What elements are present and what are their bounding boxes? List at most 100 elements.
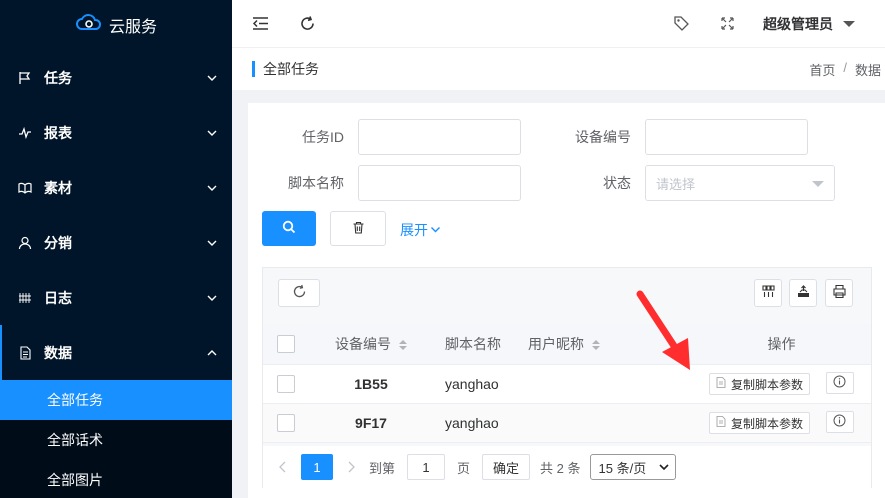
breadcrumb-current: 数据: [854, 62, 881, 78]
sidebar-item-materials[interactable]: 素材: [0, 160, 232, 215]
export-button[interactable]: [789, 279, 817, 307]
breadcrumb: 首页 / 数据: [809, 60, 881, 79]
device-label: 设备编号: [575, 129, 631, 145]
filter-status: 状态 请选择: [535, 165, 835, 201]
goto-label: 到第: [369, 460, 396, 476]
copy-script-params-button[interactable]: 复制脚本参数: [709, 412, 811, 434]
cell-actions: 复制脚本参数: [692, 403, 871, 443]
header-checkbox-cell: [263, 324, 311, 365]
table-row: 9F17 yanghao 复制脚本参数: [263, 403, 871, 443]
cell-nickname: [528, 364, 692, 404]
sidebar-item-label: 报表: [44, 124, 72, 141]
chevron-down-icon: [658, 464, 669, 471]
page-size-value: 15 条/页: [598, 460, 647, 476]
tag-icon[interactable]: [671, 14, 691, 34]
next-page-icon[interactable]: [341, 461, 361, 473]
sort-icon[interactable]: [592, 340, 600, 351]
device-input[interactable]: [645, 119, 808, 155]
data-table-panel: 设备编号 脚本名称 用户昵称 操作 1B55 yanghao 复制脚本参数 9F…: [262, 267, 872, 488]
status-label: 状态: [603, 175, 631, 191]
sidebar-item-data[interactable]: 数据: [0, 325, 232, 380]
sidebar-item-tasks[interactable]: 任务: [0, 50, 232, 105]
table-refresh-button[interactable]: [278, 279, 320, 307]
column-settings-button[interactable]: [754, 279, 782, 307]
status-select[interactable]: 请选择: [645, 165, 835, 201]
top-header: 超级管理员: [232, 0, 885, 48]
columns-icon: [761, 284, 776, 302]
select-all-checkbox[interactable]: [277, 334, 295, 353]
data-table: 设备编号 脚本名称 用户昵称 操作 1B55 yanghao 复制脚本参数 9F…: [263, 324, 871, 443]
row-checkbox-cell: [263, 403, 311, 443]
sidebar: 云服务 任务 报表 素材 分销 日志 数据 全部任务 全部话术 全部图片: [0, 0, 232, 498]
copy-label: 复制脚本参数: [731, 377, 804, 392]
confirm-button[interactable]: 确定: [482, 454, 531, 480]
sidebar-item-label: 素材: [44, 179, 72, 196]
row-checkbox[interactable]: [277, 374, 295, 393]
trash-icon: [352, 221, 365, 237]
sidebar-item-label: 任务: [44, 69, 72, 86]
chevron-down-icon: [206, 72, 218, 84]
chevron-down-icon: [430, 222, 441, 238]
cell-script: yanghao: [431, 403, 528, 443]
printer-icon: [832, 284, 847, 302]
goto-page-input[interactable]: 1: [407, 454, 446, 480]
refresh-icon[interactable]: [297, 14, 317, 34]
copy-script-params-button[interactable]: 复制脚本参数: [709, 373, 811, 395]
fullscreen-icon[interactable]: [717, 14, 737, 34]
user-icon: [18, 236, 32, 250]
page-title: 全部任务: [252, 61, 319, 77]
table-header-row: 设备编号 脚本名称 用户昵称 操作: [263, 324, 871, 365]
expand-label: 展开: [400, 222, 428, 238]
sidebar-subitem-all-images[interactable]: 全部图片: [0, 460, 232, 498]
search-button[interactable]: [262, 211, 316, 246]
script-input[interactable]: [358, 165, 521, 201]
page-size-select[interactable]: 15 条/页: [589, 454, 676, 480]
sidebar-item-reports[interactable]: 报表: [0, 105, 232, 160]
info-button[interactable]: [825, 372, 854, 394]
flag-icon: [18, 71, 32, 85]
chevron-down-icon: [206, 292, 218, 304]
chevron-down-icon: [206, 182, 218, 194]
task-id-input[interactable]: [358, 119, 521, 155]
app-logo[interactable]: 云服务: [0, 0, 232, 50]
row-checkbox[interactable]: [277, 413, 295, 432]
page-number[interactable]: 1: [301, 454, 333, 480]
print-button[interactable]: [825, 279, 853, 307]
header-nickname[interactable]: 用户昵称: [528, 324, 692, 365]
chevron-up-icon: [206, 347, 218, 359]
sidebar-subitem-all-scripts[interactable]: 全部话术: [0, 420, 232, 460]
header-actions: 操作: [692, 324, 871, 365]
header-device[interactable]: 设备编号: [311, 324, 431, 365]
sidebar-item-label: 分销: [44, 234, 72, 251]
sidebar-item-logs[interactable]: 日志: [0, 270, 232, 325]
header-script: 脚本名称: [431, 324, 528, 365]
status-placeholder: 请选择: [656, 176, 696, 192]
sidebar-subitem-all-tasks[interactable]: 全部任务: [0, 380, 232, 420]
chevron-down-icon: [206, 237, 218, 249]
sort-icon[interactable]: [399, 340, 407, 351]
pulse-icon: [18, 126, 32, 140]
document-icon: [716, 377, 726, 391]
user-menu[interactable]: 超级管理员: [763, 14, 855, 34]
filter-device: 设备编号: [535, 119, 808, 155]
sidebar-item-distribution[interactable]: 分销: [0, 215, 232, 270]
sidebar-item-label: 数据: [44, 344, 72, 361]
grid-icon: [18, 291, 32, 305]
cell-actions: 复制脚本参数: [692, 364, 871, 404]
username: 超级管理员: [763, 15, 833, 32]
collapse-menu-icon[interactable]: [250, 14, 270, 34]
clear-button[interactable]: [330, 211, 386, 246]
info-icon: [833, 375, 846, 391]
cloud-logo-icon: [75, 13, 103, 37]
prev-page-icon[interactable]: [273, 461, 293, 473]
expand-link[interactable]: 展开: [400, 220, 441, 240]
document-icon: [18, 345, 32, 360]
caret-down-icon: [843, 20, 855, 27]
info-icon: [833, 414, 846, 430]
info-button[interactable]: [825, 411, 854, 433]
breadcrumb-bar: 全部任务 首页 / 数据: [232, 48, 885, 90]
submenu-data: 全部任务 全部话术 全部图片: [0, 380, 232, 498]
breadcrumb-home[interactable]: 首页: [809, 60, 835, 79]
script-label: 脚本名称: [288, 175, 344, 191]
pagination: 1 到第 1 页 确定 共 2 条 15 条/页: [263, 446, 871, 488]
